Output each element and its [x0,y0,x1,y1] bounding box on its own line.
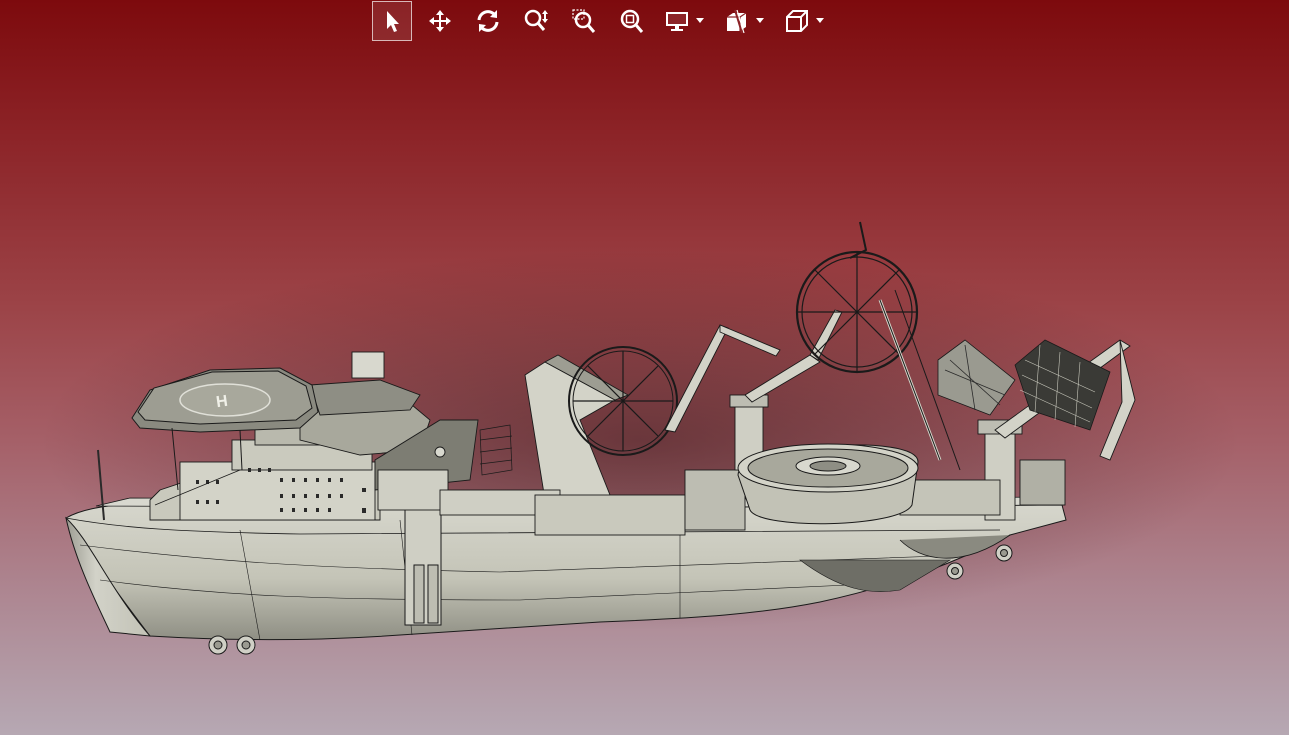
cable-carousel[interactable] [737,443,919,525]
helipad-marking: H [215,393,229,411]
3d-viewport[interactable]: H [0,0,1289,735]
ship-cad-model[interactable]: H [0,0,1289,735]
